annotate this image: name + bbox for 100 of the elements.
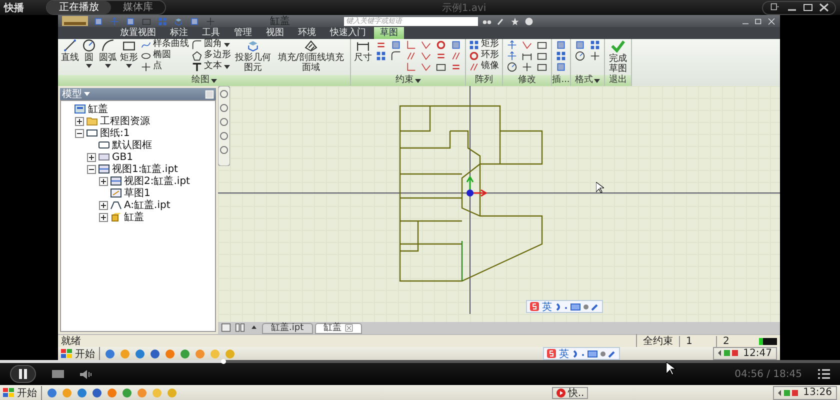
quick-button[interactable] — [188, 16, 200, 26]
quick-button[interactable] — [124, 16, 136, 26]
square-icon — [391, 40, 401, 50]
tool-button[interactable]: 环形 — [469, 50, 499, 61]
tool-button[interactable] — [390, 50, 402, 61]
layout-icon[interactable] — [769, 3, 781, 12]
pause-button[interactable] — [10, 365, 36, 383]
tool-button[interactable] — [555, 39, 567, 50]
quick-button[interactable] — [92, 16, 104, 26]
ribbon-tab[interactable]: 管理 — [228, 27, 258, 39]
tool-button[interactable]: 多边形 — [192, 50, 231, 61]
quick-button[interactable] — [172, 16, 184, 26]
tool-button[interactable] — [536, 39, 548, 50]
star-icon[interactable] — [510, 16, 520, 26]
group-label: 插... — [552, 75, 570, 86]
tool-button[interactable] — [574, 50, 586, 61]
tool-button[interactable] — [536, 61, 548, 72]
circle-icon — [82, 39, 96, 52]
tree-item[interactable]: 图纸:1 — [86, 126, 130, 140]
tool-button[interactable] — [390, 39, 402, 50]
language-label[interactable]: 英 — [542, 300, 552, 314]
player-tab[interactable]: 媒体库 — [111, 1, 165, 14]
ribbon-tab[interactable]: 环境 — [292, 27, 322, 39]
start-button[interactable]: 开始 — [3, 386, 42, 400]
document-tab[interactable]: 缸盖 — [314, 322, 362, 334]
tool-button[interactable] — [574, 39, 586, 50]
tool-button[interactable]: 样条曲线 — [141, 39, 189, 50]
vee-icon — [522, 40, 532, 50]
tool-button[interactable] — [536, 50, 548, 61]
tool-button[interactable]: 文本 — [192, 61, 231, 72]
tool-button[interactable] — [435, 61, 447, 72]
layout-icon[interactable] — [220, 323, 232, 333]
tool-button[interactable] — [506, 61, 518, 72]
maximize-icon[interactable] — [803, 3, 813, 12]
close-icon[interactable] — [819, 3, 829, 12]
grid-icon — [556, 50, 566, 60]
tool-button[interactable]: 点 — [141, 61, 189, 72]
tool-button[interactable] — [450, 39, 462, 50]
player-tab[interactable]: 正在播放 — [47, 1, 111, 14]
curve-icon — [141, 40, 151, 50]
group-menu-button[interactable]: 约束 — [396, 75, 420, 86]
tool-button[interactable]: 矩形 — [469, 39, 499, 50]
square-icon — [556, 62, 566, 72]
angle-icon — [406, 40, 416, 50]
tool-button[interactable] — [589, 39, 601, 50]
player-logo: 快播 — [4, 2, 25, 14]
collapse-icon[interactable] — [75, 128, 84, 138]
angle-icon — [406, 62, 416, 72]
tool-button[interactable]: 圆 — [82, 39, 96, 68]
expand-icon[interactable] — [75, 116, 84, 126]
expand-icon[interactable] — [99, 200, 108, 210]
document-tab[interactable]: 缸盖.ipt — [262, 322, 313, 334]
tree-item[interactable]: 默认图框 — [98, 138, 152, 152]
tool-button[interactable]: 矩形 — [120, 39, 138, 68]
volume-icon[interactable] — [80, 370, 92, 378]
square-icon — [94, 16, 102, 26]
tree-item[interactable]: A:缸盖.ipt — [110, 198, 170, 212]
taskbar-button[interactable]: 快.. — [552, 386, 588, 398]
square-icon — [190, 16, 198, 26]
corner-icon — [192, 40, 202, 50]
tree-item[interactable]: 缸盖 — [110, 210, 144, 224]
tree-item[interactable]: 草图1 — [110, 186, 150, 200]
tree-item[interactable]: 工程图资源 — [86, 114, 150, 128]
ribbon-tab[interactable]: 工具 — [196, 27, 226, 39]
tool-button[interactable] — [521, 61, 533, 72]
corner-icon — [391, 50, 401, 60]
ribbon-tab[interactable]: 放置视图 — [114, 27, 162, 39]
expand-icon[interactable] — [99, 212, 108, 222]
tree-item[interactable]: GB1 — [98, 151, 133, 163]
language-label[interactable]: 英 — [559, 346, 569, 360]
tool-button[interactable]: 投影几何图元 — [234, 39, 272, 73]
tool-button[interactable]: 镜像 — [469, 61, 499, 72]
group-menu-button[interactable]: 绘图 — [192, 75, 216, 86]
tool-button[interactable]: 完成草图 — [608, 39, 628, 74]
expand-icon[interactable] — [87, 152, 96, 162]
ribbon-tab[interactable]: 草图 — [374, 27, 404, 39]
text-tool-icon — [192, 62, 202, 72]
tool-button[interactable]: 圆弧 — [99, 39, 117, 68]
tool-button[interactable]: 填充/剖面线填充面域 — [275, 39, 347, 73]
tree-item[interactable]: 视图2:缸盖.ipt — [110, 174, 190, 188]
group-menu-button[interactable]: 格式 — [575, 75, 600, 86]
tool-button[interactable]: 圆角 — [192, 39, 231, 50]
tool-button[interactable]: 直线 — [61, 39, 79, 63]
tree-item[interactable]: 缸盖 — [74, 102, 108, 116]
tool-button[interactable] — [589, 50, 601, 61]
cursor-icon — [596, 182, 604, 193]
tool-button[interactable]: 尺寸 — [354, 39, 372, 63]
tool-button[interactable]: 椭圆 — [141, 50, 189, 61]
tree-item[interactable]: 视图1:缸盖.ipt — [98, 162, 178, 176]
ribbon-tab[interactable]: 视图 — [260, 27, 290, 39]
tile-icon[interactable] — [234, 323, 246, 333]
collapse-icon[interactable] — [87, 164, 96, 174]
expand-icon[interactable] — [99, 176, 108, 186]
ribbon-tab[interactable]: 快速入门 — [324, 27, 372, 39]
ribbon-tab[interactable]: 标注 — [164, 27, 194, 39]
restore-icon[interactable] — [754, 16, 763, 26]
arrows-icon — [507, 40, 517, 50]
progress-thumb[interactable] — [220, 359, 226, 364]
playlist-icon[interactable] — [818, 369, 830, 379]
square-icon — [556, 40, 566, 50]
